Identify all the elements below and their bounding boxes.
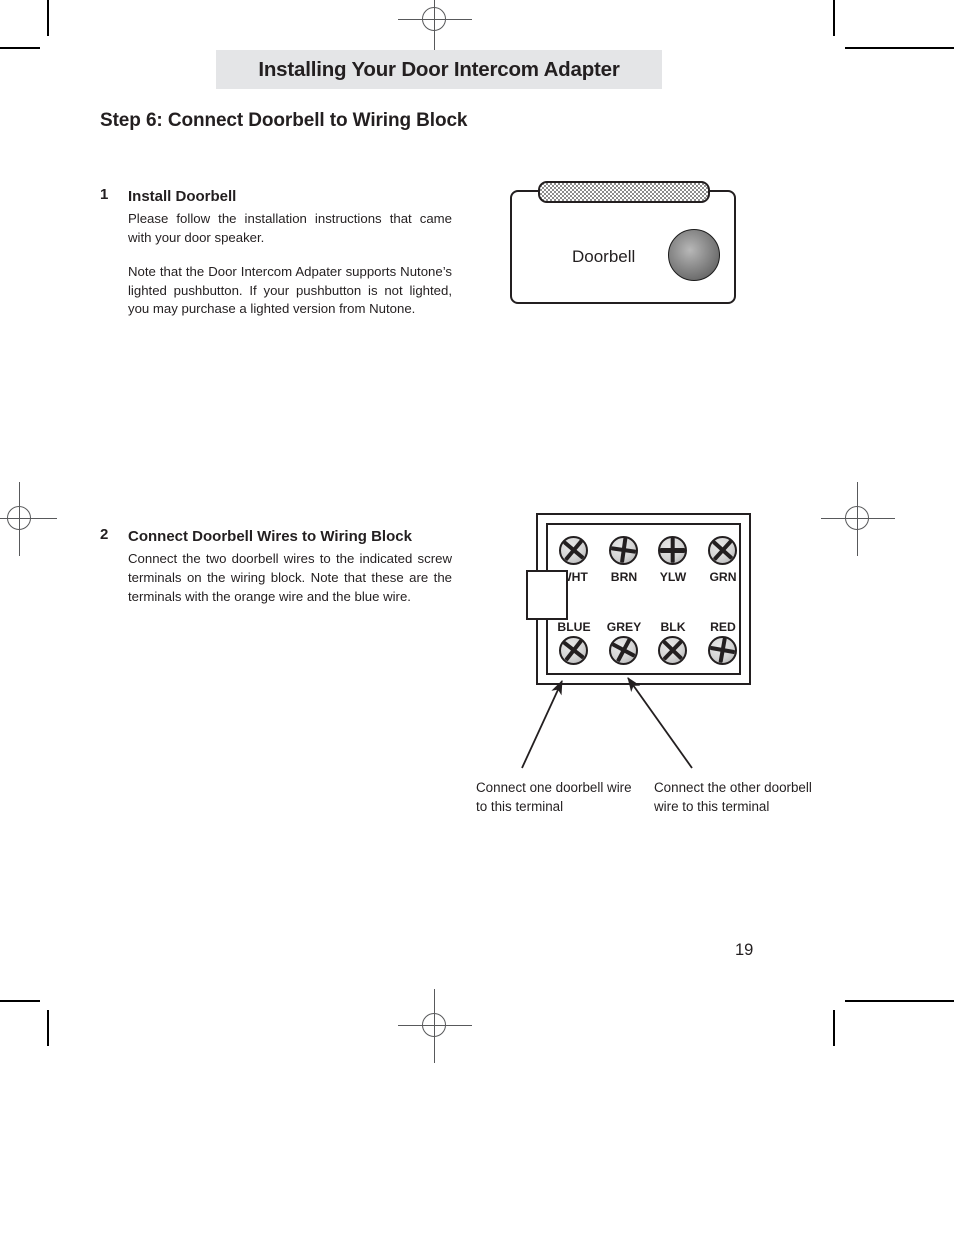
callout-arrows [521,677,693,769]
page-number: 19 [735,941,754,959]
terminal-label-ylw: YLW [659,570,687,584]
screw-terminal-blk[interactable] [658,636,687,665]
section-number: 2 [100,526,109,543]
terminal-label-grey: GREY [606,620,642,634]
section-paragraph: Please follow the installation instructi… [128,211,452,246]
crop-mark-bottom-right-vertical [833,1010,835,1046]
crop-mark-bottom-left-vertical [47,1010,49,1046]
callout-arrow-left [521,680,563,769]
crop-mark-top-left-vertical [47,0,49,36]
section-heading: Connect Doorbell Wires to Wiring Block [128,528,412,545]
doorbell-figure-label: Doorbell [572,247,636,266]
doorbell-figure: Doorbell [510,181,736,304]
running-header-title: Installing Your Door Intercom Adapter [258,58,620,81]
terminal-label-red: RED [710,620,736,634]
screw-slot [670,538,675,564]
section-number: 1 [100,186,109,203]
crop-mark-bottom-right-horizontal [845,1000,954,1002]
screw-terminal-grey[interactable] [609,636,638,665]
doorbell-pushbutton-icon [668,229,720,281]
crop-mark-top-left-horizontal [0,47,40,49]
screw-terminal-brn[interactable] [609,536,638,565]
crop-mark-top-right-vertical [833,0,835,36]
terminal-label-blk: BLK [660,620,686,634]
screw-terminal-blue[interactable] [559,636,588,665]
screw-terminal-red[interactable] [708,636,737,665]
running-header-band: Installing Your Door Intercom Adapter [216,50,662,89]
wiring-block-side-tab [526,570,568,620]
section-body: Connect the two doorbell wires to the in… [128,550,452,606]
callout-arrow-right [627,677,693,769]
screw-terminal-ylw[interactable] [658,536,687,565]
crop-mark-bottom-left-horizontal [0,1000,40,1002]
terminal-label-brn: BRN [610,570,638,584]
section-connect-doorbell-wires: 2 Connect Doorbell Wires to Wiring Block… [100,526,452,607]
crop-mark-top-right-horizontal [845,47,954,49]
registration-mark-bottom [398,989,472,1063]
registration-mark-left [0,482,57,556]
section-install-doorbell: 1 Install Doorbell Please follow the ins… [100,186,452,319]
section-paragraph: Note that the Door Intercom Adpater supp… [128,263,452,317]
section-body: Please follow the installation instructi… [128,210,452,319]
screw-terminal-grn[interactable] [708,536,737,565]
terminal-label-grn: GRN [709,570,737,584]
section-heading: Install Doorbell [128,188,237,205]
speaker-grille-icon [538,181,710,203]
callout-caption-left: Connect one doorbell wire to this termin… [476,780,632,815]
callout-caption-right: Connect the other doorbell wire to this … [654,780,812,815]
registration-mark-right [821,482,895,556]
registration-mark-top [398,0,472,57]
terminal-label-blue: BLUE [557,620,591,634]
section-paragraph: Connect the two doorbell wires to the in… [128,551,452,604]
screw-terminal-wht[interactable] [559,536,588,565]
page-title: Step 6: Connect Doorbell to Wiring Block [100,110,468,131]
